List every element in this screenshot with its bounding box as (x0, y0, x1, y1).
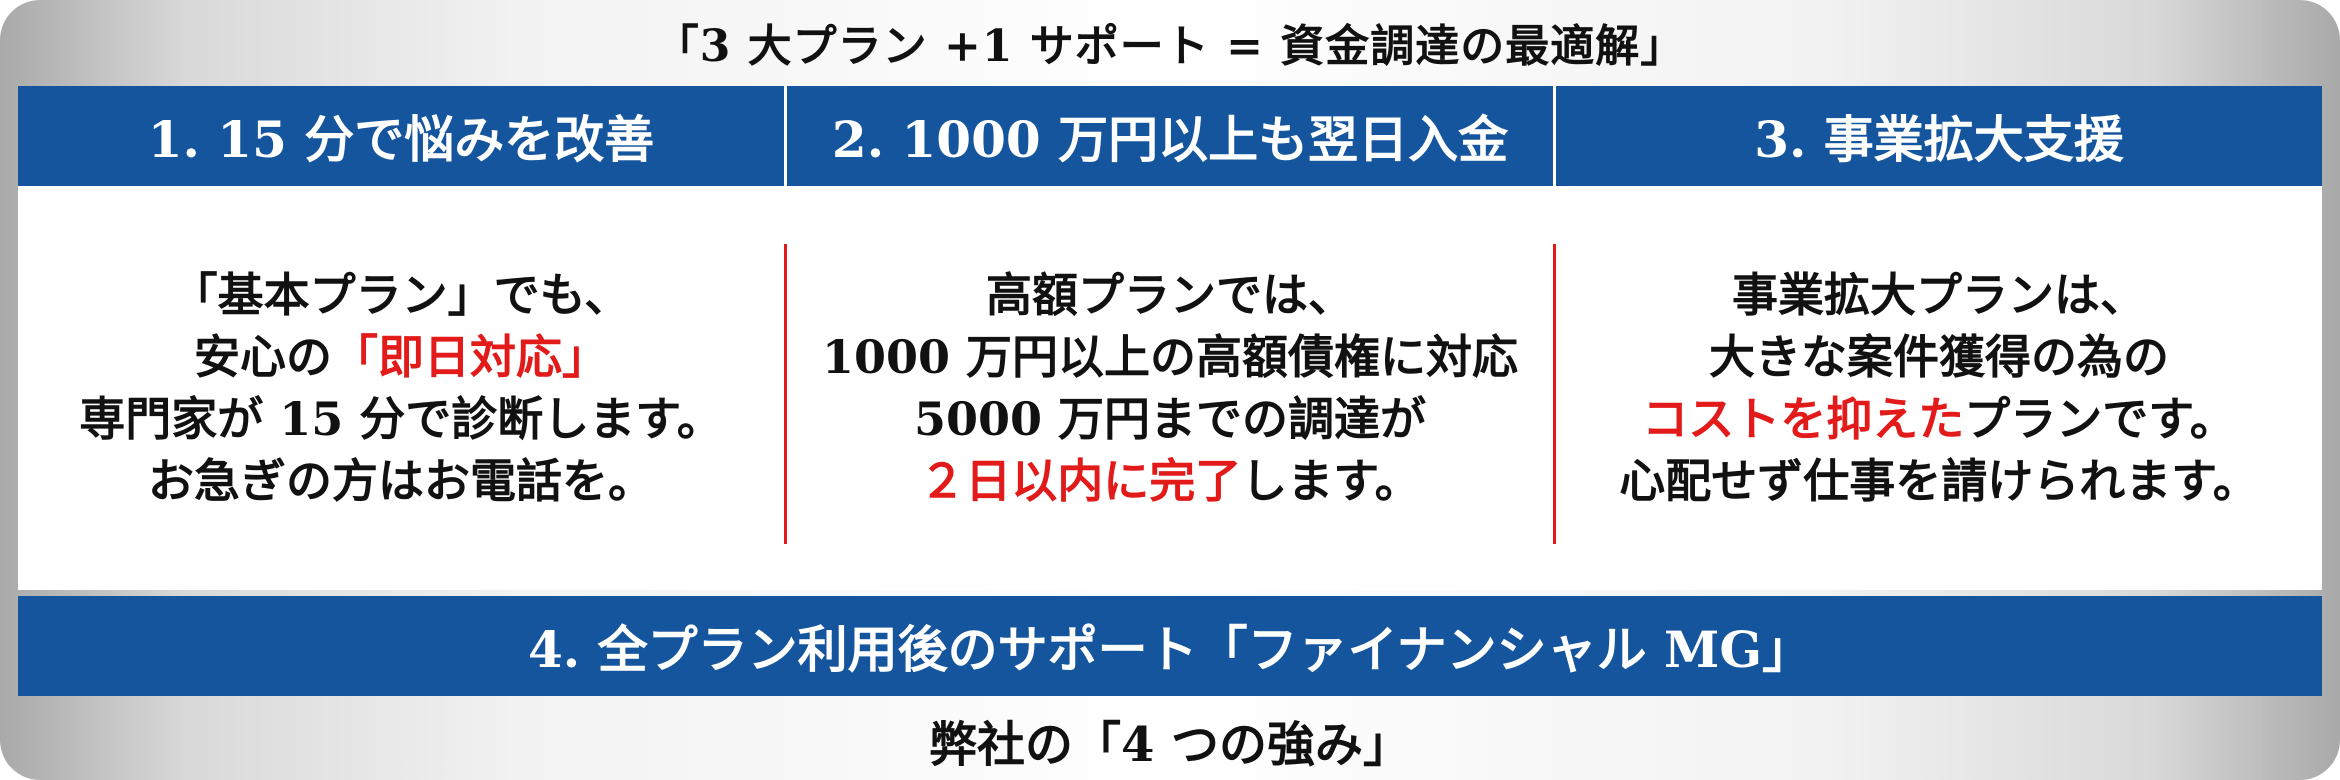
body-text: プランです。 (1964, 392, 2236, 446)
text-line: お急ぎの方はお電話を。 (79, 450, 722, 512)
column-2: 高額プランでは、 1000 万円以上の高額債権に対応 5000 万円までの調達が ２日… (787, 186, 1553, 590)
text-line: 5000 万円までの調達が (822, 388, 1518, 450)
column-3-text: 事業拡大プランは、 大きな案件獲得の為の コストを抑えたプランです。 心配せず仕事を請… (1619, 264, 2258, 512)
header-cell-1: 1. 15 分で悩みを改善 (18, 86, 784, 186)
highlight-text: 「即日対応」 (331, 330, 608, 384)
top-title: 「3 大プラン +1 サポート = 資金調達の最適解」 (654, 21, 1686, 72)
column-2-text: 高額プランでは、 1000 万円以上の高額債権に対応 5000 万円までの調達が ２日… (822, 264, 1518, 512)
body-text: 高額プランでは、 (985, 268, 1354, 322)
text-line: 事業拡大プランは、 (1619, 264, 2258, 326)
text-line: 「基本プラン」でも、 (79, 264, 722, 326)
text-line: 専門家が 15 分で診断します。 (79, 388, 722, 450)
column-3: 事業拡大プランは、 大きな案件獲得の為の コストを抑えたプランです。 心配せず仕事を請… (1556, 186, 2322, 590)
text-line: 大きな案件獲得の為の (1619, 326, 2258, 388)
header-row: 1. 15 分で悩みを改善 2. 1000 万円以上も翌日入金 3. 事業拡大支… (18, 86, 2322, 186)
text-line: 安心の「即日対応」 (79, 326, 722, 388)
banner-frame: 「3 大プラン +1 サポート = 資金調達の最適解」 1. 15 分で悩みを改… (0, 0, 2340, 780)
body-text: 専門家が 15 分で診断します。 (79, 392, 723, 446)
body-text: 事業拡大プランは、 (1732, 268, 2146, 322)
bottom-title: 弊社の「4 つの強み」 (928, 717, 1412, 773)
body-text: 1000 万円以上の高額債権に対応 (821, 330, 1519, 384)
text-line: コストを抑えたプランです。 (1619, 388, 2258, 450)
body-text: 「基本プラン」でも、 (171, 268, 631, 322)
header-cell-3: 3. 事業拡大支援 (1556, 86, 2322, 186)
column-1-text: 「基本プラン」でも、 安心の「即日対応」 専門家が 15 分で診断します。 お急ぎの方… (79, 264, 722, 512)
text-line: 心配せず仕事を請けられます。 (1619, 450, 2258, 512)
highlight-text: コストを抑えた (1642, 392, 1965, 446)
header-cell-2: 2. 1000 万円以上も翌日入金 (787, 86, 1553, 186)
support-bar: 4. 全プラン利用後のサポート「ファイナンシャル MG」 (18, 596, 2322, 696)
body-text: お急ぎの方はお電話を。 (147, 454, 654, 508)
content-area: 「基本プラン」でも、 安心の「即日対応」 専門家が 15 分で診断します。 お急ぎの方… (18, 186, 2322, 590)
body-text: 5000 万円までの調達が (913, 392, 1427, 446)
body-text: 大きな案件獲得の為の (1709, 330, 2169, 384)
text-line: 高額プランでは、 (822, 264, 1518, 326)
body-text: します。 (1241, 454, 1421, 508)
column-1: 「基本プラン」でも、 安心の「即日対応」 専門家が 15 分で診断します。 お急ぎの方… (18, 186, 784, 590)
body-text: 安心の (193, 330, 332, 384)
text-line: ２日以内に完了します。 (822, 450, 1518, 512)
body-text: 心配せず仕事を請けられます。 (1619, 454, 2259, 508)
highlight-text: ２日以内に完了 (919, 454, 1242, 508)
text-line: 1000 万円以上の高額債権に対応 (822, 326, 1518, 388)
